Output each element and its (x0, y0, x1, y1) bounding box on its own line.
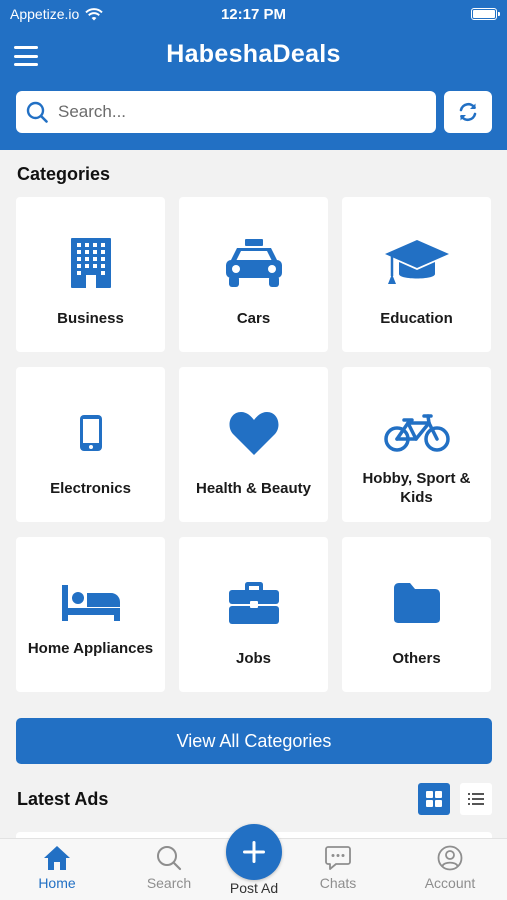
refresh-icon (459, 102, 477, 122)
bicycle-icon (383, 414, 450, 452)
wifi-icon (85, 7, 103, 20)
mobile-phone-icon (79, 415, 102, 451)
tab-home[interactable]: Home (12, 845, 102, 891)
tab-label: Home (38, 875, 76, 891)
category-business[interactable]: Business (16, 197, 165, 352)
category-label: Jobs (235, 650, 271, 667)
post-ad-label: Post Ad (229, 880, 279, 896)
category-label: Cars (236, 310, 271, 327)
tab-search[interactable]: Search (124, 845, 214, 891)
chat-bubble-icon (325, 846, 351, 870)
list-view-icon (468, 793, 484, 805)
category-label: Home Appliances (27, 640, 154, 657)
grid-view-button[interactable] (418, 783, 450, 815)
home-icon (44, 846, 70, 870)
category-health-beauty[interactable]: Health & Beauty (179, 367, 328, 522)
category-grid: Business Cars Education Electronics Heal… (16, 197, 492, 692)
search-icon (157, 846, 182, 871)
category-label: Others (392, 650, 441, 667)
taxi-icon (225, 239, 282, 287)
category-electronics[interactable]: Electronics (16, 367, 165, 522)
tab-chats[interactable]: Chats (293, 845, 383, 891)
heart-icon (229, 412, 278, 455)
category-cars[interactable]: Cars (179, 197, 328, 352)
list-view-button[interactable] (460, 783, 492, 815)
search-icon (26, 101, 48, 123)
category-label: Business (57, 310, 124, 327)
category-label: Electronics (50, 480, 131, 497)
building-icon (70, 238, 111, 288)
search-bar[interactable] (16, 91, 436, 133)
category-home-appliances[interactable]: Home Appliances (16, 537, 165, 692)
plus-icon (243, 841, 265, 863)
category-jobs[interactable]: Jobs (179, 537, 328, 692)
search-input[interactable] (58, 102, 398, 122)
view-all-categories-button[interactable]: View All Categories (16, 718, 492, 764)
bed-icon (61, 585, 120, 621)
grid-view-icon (426, 791, 442, 807)
tab-account[interactable]: Account (405, 845, 495, 891)
briefcase-icon (228, 582, 279, 624)
account-icon (437, 845, 463, 871)
category-hobby-sport-kids[interactable]: Hobby, Sport & Kids (342, 367, 491, 522)
tab-label: Chats (319, 875, 357, 891)
battery-icon (470, 8, 500, 20)
category-label: Education (380, 310, 453, 327)
category-education[interactable]: Education (342, 197, 491, 352)
post-ad-button[interactable] (226, 824, 282, 880)
status-bar: Appetize.io 12:17 PM (0, 0, 507, 28)
tab-label: Account (424, 875, 476, 891)
category-label: Hobby, Sport & Kids (362, 470, 471, 506)
app-title: HabeshaDeals (166, 40, 341, 68)
folder-icon (393, 583, 440, 623)
latest-ads-heading: Latest Ads (17, 789, 109, 809)
category-others[interactable]: Others (342, 537, 491, 692)
carrier-label: Appetize.io (10, 6, 80, 22)
category-label: Health & Beauty (195, 480, 312, 497)
app-header: HabeshaDeals (0, 28, 507, 150)
graduation-cap-icon (384, 240, 449, 284)
clock: 12:17 PM (220, 5, 287, 23)
refresh-button[interactable] (444, 91, 492, 133)
categories-heading: Categories (17, 164, 111, 184)
tab-label: Search (146, 875, 192, 891)
